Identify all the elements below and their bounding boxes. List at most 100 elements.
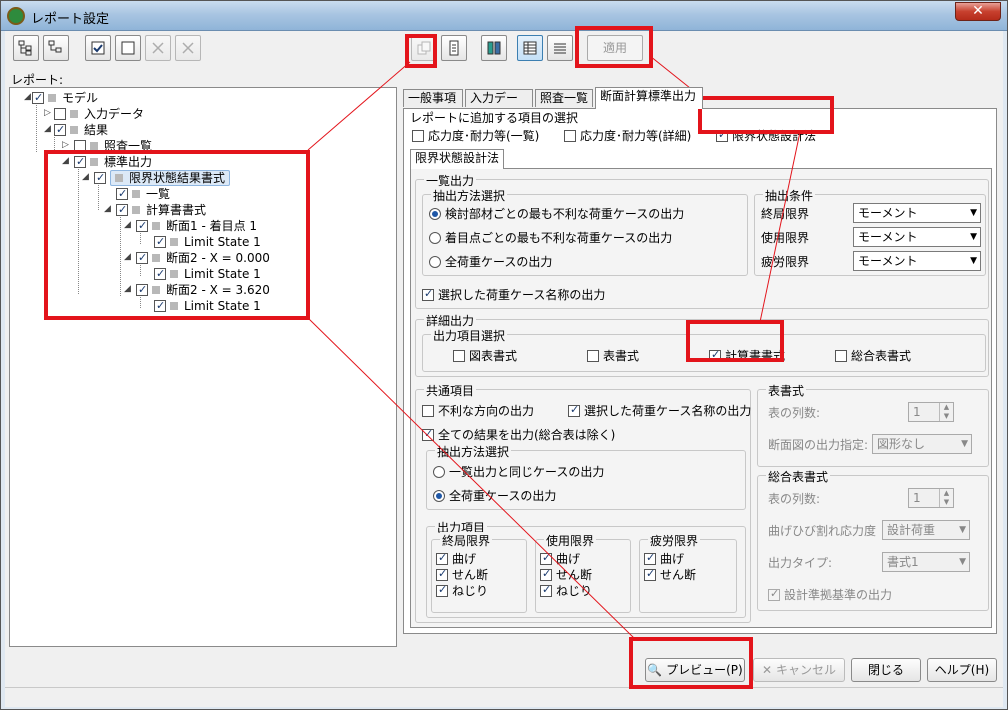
tree-item-limit-state[interactable]: Limit State 1 [154,298,261,314]
collapse-tree-button[interactable] [43,35,69,61]
delete-button[interactable] [145,35,171,61]
checkbox[interactable] [835,350,847,362]
report-style-button[interactable] [481,35,507,61]
checkbox[interactable] [116,186,128,202]
crack-stress-select[interactable]: 設計荷重 ▼ [882,520,970,540]
tree-item-limit-state[interactable]: Limit State 1 [154,266,261,282]
collapse-arrow-icon[interactable]: ◢ [124,284,131,294]
expand-tree-button[interactable] [13,35,39,61]
collapse-arrow-icon[interactable]: ◢ [124,220,131,230]
checkbox[interactable] [136,250,148,266]
checkbox[interactable] [709,348,721,362]
tree-item-limit-state[interactable]: Limit State 1 [154,234,261,250]
page-layout-button[interactable] [441,35,467,61]
limit-state-checkbox[interactable]: 限界状態設計法 [716,128,816,143]
service-limit-select[interactable]: モーメント ▼ [853,227,981,247]
spinner-arrows-icon[interactable]: ▲ ▼ [939,489,953,507]
ultimate-torsion-checkbox[interactable]: ねじり [436,583,488,598]
calc-format-checkbox[interactable]: 計算書書式 [709,348,785,363]
spinner-arrows-icon[interactable]: ▲ ▼ [939,403,953,421]
delete-all-button[interactable] [175,35,201,61]
checkbox[interactable] [54,108,66,120]
collapse-arrow-icon[interactable]: ◢ [124,252,131,262]
radio[interactable] [433,490,445,502]
tab-input-data[interactable]: 入力データ [465,89,533,122]
tab-section-standard-output[interactable]: 断面計算標準出力 [595,87,703,109]
radio-all-cases[interactable]: 全荷重ケースの出力 [429,255,552,269]
collapse-arrow-icon[interactable]: ◢ [104,204,111,214]
apply-button[interactable]: 適用 [587,35,643,61]
tree-item-limit-state-format[interactable]: 限界状態結果書式 [94,170,231,186]
check-all-button[interactable] [85,35,111,61]
expand-arrow-icon[interactable]: ▷ [44,108,51,118]
cancel-button[interactable]: ✕ キャンセル [753,658,845,682]
all-results-checkbox[interactable]: 全ての結果を出力(総合表は除く) [422,427,615,442]
uncheck-all-button[interactable] [115,35,141,61]
checkbox[interactable] [568,403,580,417]
tree-item-model[interactable]: モデル [32,90,98,106]
ultimate-limit-select[interactable]: モーメント ▼ [853,203,981,223]
radio-common-all-cases[interactable]: 全荷重ケースの出力 [433,489,556,503]
tree-item-calc-format[interactable]: 計算書書式 [116,202,206,218]
close-button[interactable]: 閉じる [851,658,921,682]
checkbox[interactable] [54,122,66,138]
table-format-checkbox[interactable]: 表書式 [587,349,639,363]
output-type-select[interactable]: 書式1 ▼ [882,552,970,572]
title-bar[interactable]: レポート設定 ✕ [1,1,1007,31]
preview-button[interactable]: 🔍 プレビュー(P) [645,658,745,682]
tree-item-results[interactable]: 結果 [54,122,108,138]
selected-case-name-checkbox[interactable]: 選択した荷重ケース名称の出力 [422,287,605,302]
total-format-checkbox[interactable]: 総合表書式 [835,349,911,363]
radio-by-member[interactable]: 検討部材ごとの最も不利な荷重ケースの出力 [429,207,684,221]
fatigue-shear-checkbox[interactable]: せん断 [644,567,696,582]
fatigue-limit-select[interactable]: モーメント ▼ [853,251,981,271]
fatigue-bending-checkbox[interactable]: 曲げ [644,551,684,566]
tree-item-section1[interactable]: 断面1 - 着目点 1 [136,218,257,234]
checkbox[interactable] [540,551,552,565]
checkbox[interactable] [422,405,434,417]
radio[interactable] [429,208,441,220]
radio[interactable] [429,256,441,268]
checkbox[interactable] [154,298,166,314]
checkbox[interactable] [768,587,780,601]
section-view-select[interactable]: 図形なし ▼ [872,434,972,454]
checkbox[interactable] [94,170,106,186]
service-shear-checkbox[interactable]: せん断 [540,567,592,582]
radio[interactable] [429,232,441,244]
tree-item-section3[interactable]: 断面2 - X = 3.620 [136,282,270,298]
checkbox[interactable] [422,427,434,441]
checkbox[interactable] [32,90,44,106]
checkbox[interactable] [154,266,166,282]
collapse-arrow-icon[interactable]: ◢ [82,172,89,182]
ultimate-shear-checkbox[interactable]: せん断 [436,567,488,582]
close-window-button[interactable]: ✕ [955,2,1001,21]
detail-view-button[interactable] [517,35,543,61]
tree-item-summary[interactable]: 一覧 [116,186,170,202]
checkbox[interactable] [564,130,576,142]
tree-item-input-data[interactable]: 入力データ [54,106,144,122]
checkbox[interactable] [644,551,656,565]
checkbox[interactable] [436,583,448,597]
checkbox[interactable] [422,287,434,301]
tab-general[interactable]: 一般事項 [403,89,463,107]
tree-item-standard-output[interactable]: 標準出力 [74,154,152,170]
radio-by-point[interactable]: 着目点ごとの最も不利な荷重ケースの出力 [429,231,672,245]
tree-item-check-list[interactable]: 照査一覧 [74,138,152,154]
checkbox[interactable] [136,282,148,298]
total-columns-spinner[interactable]: 1 ▲ ▼ [908,488,954,508]
checkbox[interactable] [587,350,599,362]
checkbox[interactable] [436,567,448,581]
checkbox[interactable] [644,567,656,581]
service-bending-checkbox[interactable]: 曲げ [540,551,580,566]
figure-format-checkbox[interactable]: 図表書式 [453,349,517,363]
radio[interactable] [433,466,445,478]
checkbox[interactable] [540,583,552,597]
help-button[interactable]: ヘルプ(H) [927,658,997,682]
radio-same-as-list[interactable]: 一覧出力と同じケースの出力 [433,465,604,479]
tab-check-list[interactable]: 照査一覧 [535,89,593,107]
expand-arrow-icon[interactable]: ▷ [62,140,69,150]
collapse-arrow-icon[interactable]: ◢ [24,92,31,102]
service-torsion-checkbox[interactable]: ねじり [540,583,592,598]
stress-detail-checkbox[interactable]: 応力度･耐力等(詳細) [564,129,691,143]
tab-limit-state[interactable]: 限界状態設計法 [410,149,504,169]
